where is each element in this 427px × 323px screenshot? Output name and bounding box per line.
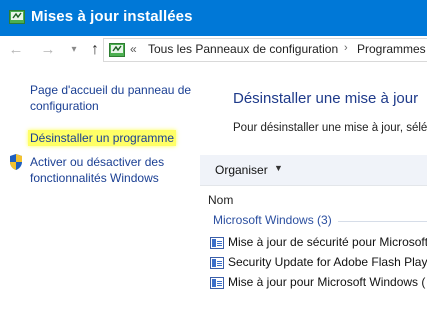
column-header-name[interactable]: Nom <box>208 193 233 207</box>
arrow-up-icon[interactable]: ↑ <box>86 41 104 59</box>
update-name: Security Update for Adobe Flash Playe <box>228 255 427 269</box>
uninstall-program-link[interactable]: Désinstaller un programme <box>28 130 177 146</box>
update-icon <box>210 237 224 249</box>
navigation-bar: ← → ▾ ↑ « Tous les Panneaux de configura… <box>0 36 427 64</box>
window-title: Mises à jour installées <box>31 8 193 25</box>
page-description: Pour désinstaller une mise à jour, sélé <box>233 122 427 134</box>
control-panel-home-link[interactable]: Page d'accueil du panneau de configurati… <box>30 82 195 114</box>
page-title: Désinstaller une mise à jour <box>233 90 419 107</box>
list-item[interactable]: Mise à jour pour Microsoft Windows ( <box>208 274 427 292</box>
chevron-down-icon[interactable]: ▾ <box>65 41 83 59</box>
command-bar: Organiser ▼ <box>200 155 427 186</box>
address-bar[interactable]: « Tous les Panneaux de configuration › P… <box>103 38 427 62</box>
breadcrumb-programs[interactable]: Programmes <box>357 42 426 56</box>
update-name: Mise à jour pour Microsoft Windows ( <box>228 275 426 289</box>
group-divider <box>338 221 427 222</box>
breadcrumb-overflow-icon[interactable]: « <box>130 42 137 56</box>
title-bar: Mises à jour installées <box>0 0 427 36</box>
windows-features-link[interactable]: Activer ou désactiver des fonctionnalité… <box>30 154 190 186</box>
group-header[interactable]: Microsoft Windows (3) <box>213 213 332 227</box>
breadcrumb-separator-icon[interactable]: › <box>344 42 348 54</box>
list-item[interactable]: Security Update for Adobe Flash Playe <box>208 254 427 272</box>
update-name: Mise à jour de sécurité pour Microsoft <box>228 235 427 249</box>
update-icon <box>210 257 224 269</box>
list-item[interactable]: Mise à jour de sécurité pour Microsoft <box>208 234 427 252</box>
main-content: Désinstaller une mise à jour Pour désins… <box>200 64 427 323</box>
shield-icon <box>10 154 22 170</box>
update-icon <box>210 277 224 289</box>
breadcrumb-control-panel[interactable]: Tous les Panneaux de configuration <box>148 42 338 56</box>
sidebar: Page d'accueil du panneau de configurati… <box>0 64 200 323</box>
control-panel-icon <box>9 10 25 24</box>
arrow-left-icon[interactable]: ← <box>7 41 25 59</box>
organize-button[interactable]: Organiser <box>215 163 268 177</box>
control-panel-icon <box>109 43 125 57</box>
arrow-right-icon[interactable]: → <box>39 41 57 59</box>
dropdown-arrow-icon[interactable]: ▼ <box>274 163 283 173</box>
